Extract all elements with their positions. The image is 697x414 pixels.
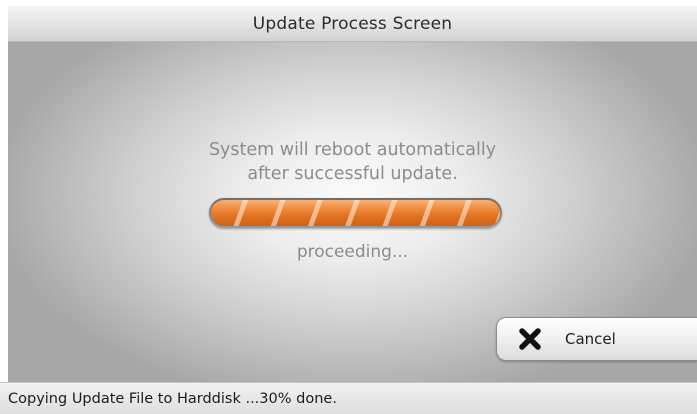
- close-x-icon: [519, 328, 541, 350]
- reboot-message-line-1: System will reboot automatically: [208, 140, 497, 160]
- proceeding-label: proceeding...: [296, 242, 409, 262]
- progress-fill: [211, 200, 500, 226]
- status-bar-text: Copying Update File to Harddisk ...30% d…: [8, 390, 337, 407]
- reboot-message: System will reboot automatically after s…: [8, 138, 697, 186]
- cancel-button-label: Cancel: [565, 330, 616, 348]
- progress-stripes: [211, 200, 500, 226]
- main-area: System will reboot automatically after s…: [8, 42, 697, 382]
- cancel-button[interactable]: Cancel: [496, 317, 697, 361]
- reboot-message-line-2: after successful update.: [247, 164, 458, 184]
- progress-bar: [209, 198, 502, 228]
- window-title: Update Process Screen: [252, 13, 453, 34]
- title-bar: Update Process Screen: [8, 6, 697, 42]
- status-bar: Copying Update File to Harddisk ...30% d…: [0, 382, 697, 414]
- update-screen: Update Process Screen System will reboot…: [0, 0, 697, 414]
